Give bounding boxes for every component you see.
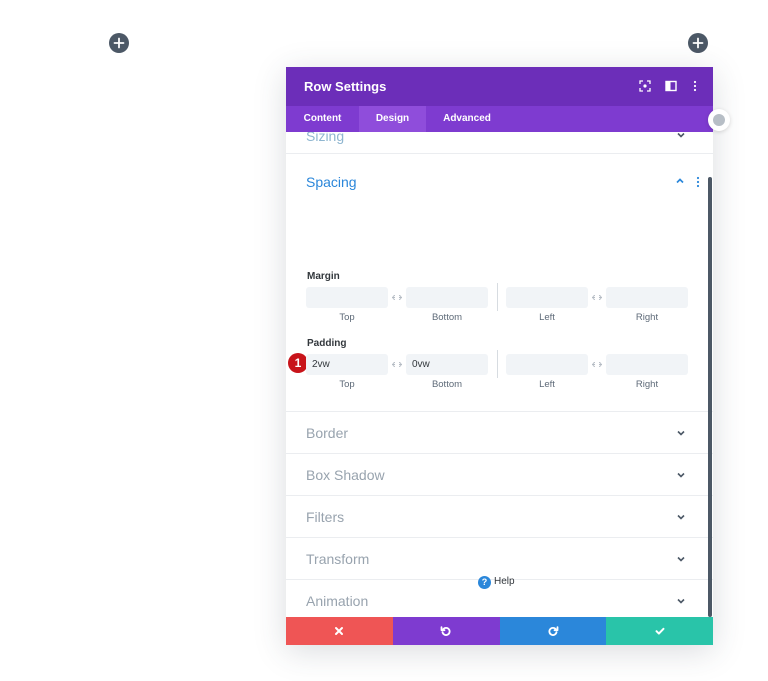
row-settings-modal: Row Settings Content Design Advanced Siz… — [286, 67, 713, 645]
section-box-shadow[interactable]: Box Shadow — [286, 454, 713, 496]
gear-icon — [713, 114, 725, 126]
builder-canvas: Row Settings Content Design Advanced Siz… — [0, 0, 768, 681]
tab-design[interactable]: Design — [359, 106, 426, 132]
redo-icon — [548, 626, 559, 636]
padding-right-label: Right — [635, 379, 659, 390]
link-icon[interactable] — [590, 354, 604, 375]
section-border[interactable]: Border — [286, 412, 713, 454]
section-title-box-shadow: Box Shadow — [306, 467, 385, 483]
link-icon[interactable] — [390, 354, 404, 375]
padding-bottom-label: Bottom — [431, 379, 463, 390]
section-title-sizing[interactable]: Sizing — [306, 132, 344, 144]
padding-bottom-input[interactable]: 0vw — [406, 354, 488, 375]
link-icon[interactable] — [390, 287, 404, 308]
add-row-button-right[interactable] — [688, 33, 708, 53]
margin-bottom-label: Bottom — [431, 312, 463, 323]
chevron-down-icon — [677, 472, 685, 478]
modal-header: Row Settings — [286, 67, 713, 106]
field-separator — [497, 350, 498, 378]
padding-top-input[interactable]: 2vw — [306, 354, 388, 375]
modal-body: Sizing Spacing Margin Top Bottom Left Ri… — [286, 132, 713, 617]
margin-label: Margin — [307, 271, 340, 282]
expand-icon[interactable] — [638, 79, 652, 93]
modal-footer — [286, 617, 713, 645]
step-badge: 1 — [288, 353, 308, 373]
margin-right-label: Right — [635, 312, 659, 323]
section-title-transform: Transform — [306, 551, 370, 567]
more-icon[interactable] — [688, 79, 702, 93]
scrollbar[interactable] — [708, 177, 712, 617]
close-icon — [335, 627, 344, 635]
margin-left-input[interactable] — [506, 287, 588, 308]
plus-icon — [692, 37, 704, 49]
padding-right-input[interactable] — [606, 354, 688, 375]
more-options-icon[interactable] — [695, 176, 701, 188]
field-separator — [497, 283, 498, 311]
margin-top-label: Top — [339, 312, 355, 323]
section-title-filters: Filters — [306, 509, 345, 525]
chevron-down-icon[interactable] — [676, 132, 686, 140]
save-button[interactable] — [606, 617, 713, 645]
modal-tabs: Content Design Advanced — [286, 106, 713, 132]
section-title-spacing[interactable]: Spacing — [306, 174, 357, 190]
redo-button[interactable] — [499, 617, 607, 645]
margin-top-input[interactable] — [306, 287, 388, 308]
section-title-border: Border — [306, 425, 349, 441]
help-label: Help — [494, 576, 515, 587]
undo-button[interactable] — [392, 617, 500, 645]
help-icon: ? — [478, 576, 491, 589]
sidebar-icon[interactable] — [664, 79, 678, 93]
chevron-down-icon — [677, 556, 685, 562]
chevron-down-icon — [677, 430, 685, 436]
link-icon[interactable] — [590, 287, 604, 308]
section-divider — [286, 153, 713, 154]
padding-label: Padding — [307, 338, 347, 349]
module-settings-dot[interactable] — [708, 109, 730, 131]
discard-button[interactable] — [286, 617, 393, 645]
modal-title: Row Settings — [304, 79, 387, 94]
chevron-up-icon[interactable] — [675, 176, 685, 186]
chevron-down-icon — [677, 514, 685, 520]
padding-left-input[interactable] — [506, 354, 588, 375]
margin-left-label: Left — [539, 312, 555, 323]
undo-icon — [440, 626, 451, 636]
margin-bottom-input[interactable] — [406, 287, 488, 308]
plus-icon — [113, 37, 125, 49]
padding-top-label: Top — [339, 379, 355, 390]
check-icon — [655, 627, 665, 635]
padding-left-label: Left — [539, 379, 555, 390]
section-filters[interactable]: Filters — [286, 496, 713, 538]
tab-advanced[interactable]: Advanced — [426, 106, 508, 132]
section-title-animation: Animation — [306, 593, 369, 609]
add-row-button-left[interactable] — [109, 33, 129, 53]
section-transform[interactable]: Transform — [286, 538, 713, 580]
margin-right-input[interactable] — [606, 287, 688, 308]
tab-content[interactable]: Content — [286, 106, 359, 132]
chevron-down-icon — [677, 598, 685, 604]
